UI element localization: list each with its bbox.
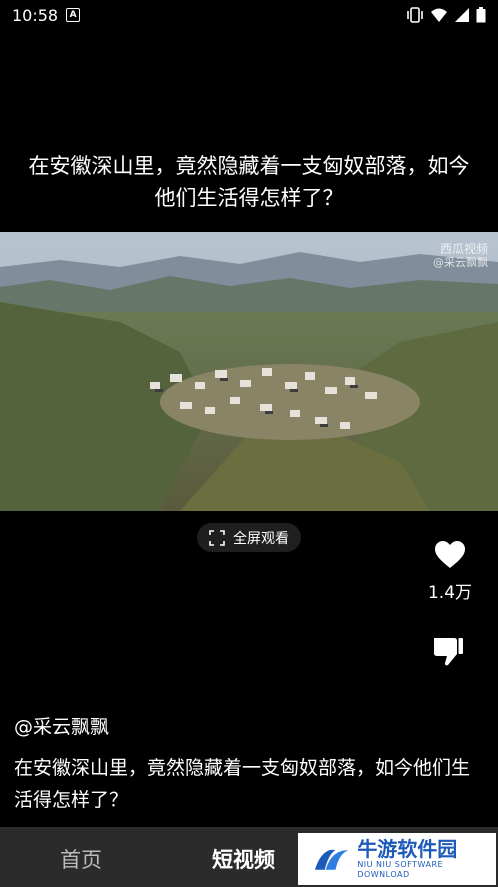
video-watermark: 西瓜视频 @采云飘飘 — [433, 242, 488, 270]
video-thumbnail — [0, 232, 498, 511]
fullscreen-button[interactable]: 全屏观看 — [197, 523, 301, 552]
brand-watermark: 牛游软件园 NIU NIU SOFTWARE DOWNLOAD — [298, 833, 496, 885]
status-left: 10:58 A — [12, 5, 81, 25]
status-right — [406, 7, 486, 23]
fullscreen-icon — [209, 529, 225, 546]
like-button[interactable]: 1.4万 — [420, 540, 480, 603]
brand-name: 牛游软件园 — [357, 837, 458, 861]
notification-icon: A — [66, 8, 81, 22]
watermark-author: @采云飘飘 — [433, 256, 488, 269]
watermark-brand: 西瓜视频 — [439, 242, 488, 256]
status-time: 10:58 — [12, 5, 59, 25]
like-count: 1.4万 — [427, 583, 473, 603]
vibrate-icon — [407, 7, 423, 23]
battery-icon — [476, 7, 486, 23]
video-title: 在安徽深山里，竟然隐藏着一支匈奴部落，如今他们生活得怎样了？ — [28, 154, 470, 210]
tab-home[interactable]: 首页 — [60, 844, 102, 874]
brand-text: 牛游软件园 NIU NIU SOFTWARE DOWNLOAD — [357, 838, 496, 880]
post-description: 在安徽深山里，竟然隐藏着一支匈奴部落，如今他们生活得怎样了？ — [14, 757, 471, 811]
tab-short-video[interactable]: 短视频 — [212, 844, 275, 874]
fullscreen-label: 全屏观看 — [233, 530, 289, 547]
video-player[interactable]: 西瓜视频 @采云飘飘 — [0, 232, 498, 511]
signal-icon — [455, 8, 469, 22]
wifi-icon — [431, 8, 447, 22]
bottom-nav: 首页 短视频 牛游软件园 NIU NIU SOFTWARE DOWNLOAD — [0, 827, 498, 887]
dislike-button[interactable] — [430, 634, 470, 672]
author-name[interactable]: @采云飘飘 — [14, 712, 109, 739]
thumbs-down-icon — [433, 638, 463, 666]
status-bar: 10:58 A — [0, 0, 498, 30]
heart-icon — [435, 541, 465, 568]
niuniu-logo-icon — [314, 849, 349, 870]
brand-subtitle: NIU NIU SOFTWARE DOWNLOAD — [357, 860, 444, 879]
